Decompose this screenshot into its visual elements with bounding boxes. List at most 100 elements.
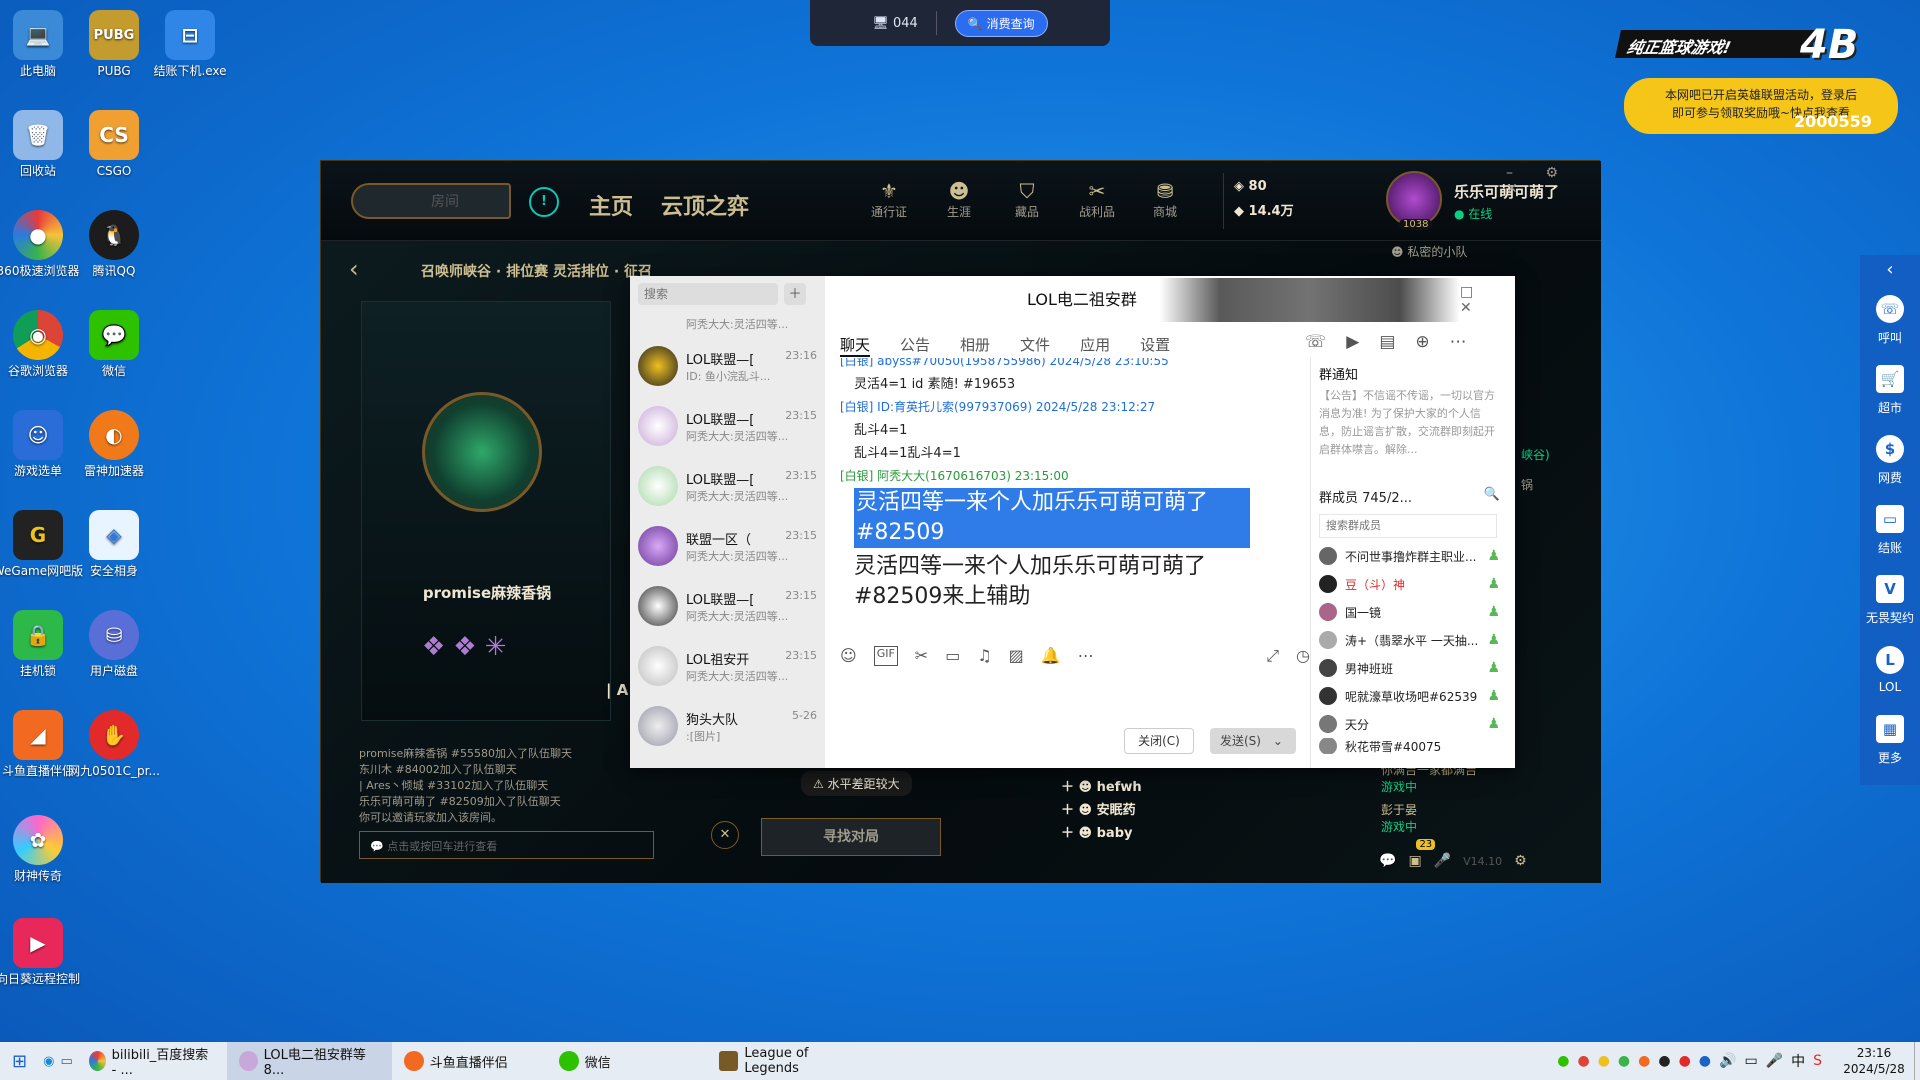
chevron-down-icon[interactable]: ⌄ — [1273, 734, 1283, 748]
conversation-item[interactable]: 联盟一区（ 23:15 阿秃大大:灵活四等... — [630, 516, 825, 576]
conversation-item[interactable]: 狗头大队 5-26:[图片] — [630, 696, 825, 756]
emoji-icon[interactable]: ☺ — [840, 646, 857, 666]
window-controls[interactable]: □ ✕ — [1460, 284, 1515, 316]
monitor-tray-icon[interactable]: ▭ — [1744, 1053, 1757, 1069]
side-call[interactable]: ☏ 呼叫 — [1860, 285, 1920, 355]
nav-store[interactable]: ⛃ 商城 — [1135, 179, 1195, 220]
send-button[interactable]: 发送(S) ⌄ — [1210, 728, 1296, 754]
gif-icon[interactable]: GIF — [873, 646, 898, 666]
friend-item[interactable]: ＋ ☻ hefwh — [1061, 776, 1261, 799]
right-friend-2[interactable]: 彭于晏 游戏中 — [1381, 801, 1417, 835]
desktop-icon-sunflower[interactable]: ▶ 向日葵远程控制 — [0, 918, 84, 987]
friends-icon[interactable]: ▣ 23 — [1408, 839, 1436, 869]
conversation-item[interactable]: LOL联盟—[23:15 阿秃大大:灵活四等... — [630, 396, 825, 456]
tab-apps[interactable]: 应用 — [1080, 334, 1110, 357]
desktop-icon-user-disk[interactable]: ⛁ 用户磁盘 — [68, 610, 160, 679]
security-tray-icon[interactable]: ● — [1679, 1053, 1691, 1069]
more-icon[interactable]: ⋯ — [1450, 332, 1467, 352]
search-icon[interactable]: 🔍 — [1484, 487, 1500, 506]
member-item[interactable]: 涛+（翡翠水平 一天抽... ♟ — [1319, 626, 1500, 654]
show-desktop[interactable] — [1914, 1042, 1920, 1080]
desktop-icon-qq[interactable]: 🐧 腾讯QQ — [68, 210, 160, 279]
alert-icon[interactable]: ! — [529, 187, 559, 217]
side-more[interactable]: ▦ 更多 — [1860, 705, 1920, 775]
cancel-icon[interactable]: ✕ — [711, 821, 739, 849]
member-item[interactable]: 天分 ♟ — [1319, 710, 1500, 738]
chat-icon[interactable]: 💬 — [1379, 853, 1396, 869]
tab-files[interactable]: 文件 — [1020, 334, 1050, 357]
side-market[interactable]: 🛒 超市 — [1860, 355, 1920, 425]
phone-icon[interactable]: ☏ — [1305, 332, 1326, 352]
member-item[interactable]: 秋花带雪#40075 — [1319, 738, 1500, 754]
tab-notice[interactable]: 公告 — [900, 334, 930, 357]
friend-item[interactable]: ＋ ☻ 安眠药 — [1061, 799, 1261, 822]
side-fee[interactable]: $ 网费 — [1860, 425, 1920, 495]
side-valorant[interactable]: V 无畏契约 — [1860, 565, 1920, 635]
desktop-icon-security[interactable]: ◈ 安全相身 — [68, 510, 160, 579]
ime-icon[interactable]: 中 — [1791, 1051, 1805, 1071]
member-item[interactable]: 国一镜 ♟ — [1319, 598, 1500, 626]
tab-chat[interactable]: 聊天 — [840, 334, 871, 357]
nav-profile[interactable]: ☻ 生涯 — [929, 179, 989, 220]
taskbar-item-lol[interactable]: League of Legends — [707, 1042, 877, 1080]
tab-album[interactable]: 相册 — [960, 334, 990, 357]
member-item[interactable]: 呢就濠草收场吧#62539 ♟ — [1319, 682, 1500, 710]
notice-text[interactable]: 【公告】不信谣不传谣，一切以官方消息为准! 为了保护大家的个人信息，防止谣言扩散… — [1319, 387, 1500, 477]
nav-collection[interactable]: ⛉ 藏品 — [997, 179, 1057, 220]
nav-loot[interactable]: ✂ 战利品 — [1067, 179, 1127, 220]
mic-icon[interactable]: 🎤 — [1434, 853, 1451, 869]
back-arrow-icon[interactable]: ‹ — [349, 255, 359, 283]
qq-tray-icon[interactable]: ● — [1658, 1053, 1670, 1069]
desktop-icon-leishen[interactable]: ◐ 雷神加速器 — [68, 410, 160, 479]
conversation-item[interactable]: LOL联盟—[23:16 ID: 鱼小浣乱斗... — [630, 336, 825, 396]
selected-message[interactable]: 灵活四等一来个人加乐乐可萌可萌了#82509 — [854, 488, 1250, 548]
query-button[interactable]: 🔍 消费查询 — [954, 9, 1048, 37]
add-icon[interactable]: ＋ — [784, 283, 806, 305]
taskbar-item-douyu[interactable]: 斗鱼直播伴侣 — [392, 1042, 547, 1080]
lobby-chat-input[interactable]: 💬 点击或按回车进行查看 — [359, 831, 654, 859]
music-icon[interactable]: ♫ — [977, 646, 991, 666]
clock[interactable]: 23:16 2024/5/28 — [1834, 1045, 1914, 1077]
nav-home[interactable]: 主页 — [589, 189, 633, 221]
speaker-icon[interactable]: 🔊 — [1719, 1053, 1736, 1069]
friend-item[interactable]: ＋ ☻ baby — [1061, 822, 1261, 845]
image-icon[interactable]: ▨ — [1009, 646, 1024, 666]
member-item[interactable]: 男神班班 ♟ — [1319, 654, 1500, 682]
network-tray-icon[interactable]: ● — [1699, 1053, 1711, 1069]
member-search-input[interactable] — [1319, 514, 1497, 538]
nav-pass[interactable]: ⚜ 通行证 — [859, 179, 919, 220]
video-icon[interactable]: ▶ — [1346, 332, 1359, 352]
desktop-icon-caishen[interactable]: ✿ 财神传奇 — [0, 815, 84, 884]
taskbar-item-wechat[interactable]: 微信 — [547, 1042, 707, 1080]
add-member-icon[interactable]: ⊕ — [1415, 332, 1429, 352]
desktop-icon-csgo[interactable]: CS CSGO — [68, 110, 160, 179]
conversation-item[interactable]: LOL祖安开 23:15 阿秃大大:灵活四等... — [630, 636, 825, 696]
folder-icon[interactable]: ▭ — [945, 646, 960, 666]
bell-icon[interactable]: 🔔 — [1041, 646, 1061, 666]
find-match-button[interactable]: 寻找对局 — [761, 818, 941, 856]
nav-tft[interactable]: 云顶之弈 — [661, 189, 749, 221]
more-icon[interactable]: ⋯ — [1078, 646, 1094, 666]
explorer-icon[interactable]: ▭ — [60, 1054, 72, 1069]
conversation-search-input[interactable] — [638, 283, 778, 305]
start-button[interactable]: ⊞ — [0, 1042, 39, 1080]
history-icon[interactable]: ◷ — [1296, 646, 1310, 666]
expand-icon[interactable]: ⤢ — [1266, 646, 1279, 666]
conversation-item[interactable]: LOL联盟—[23:15 阿秃大大:灵活四等... — [630, 456, 825, 516]
desktop-icon-wechat[interactable]: 💬 微信 — [68, 310, 160, 379]
side-lol[interactable]: L LOL — [1860, 635, 1920, 705]
side-checkout[interactable]: ▭ 结账 — [1860, 495, 1920, 565]
conversation-item[interactable]: LOL联盟—[23:15 阿秃大大:灵活四等... — [630, 576, 825, 636]
360-tray-icon[interactable]: ● — [1618, 1053, 1630, 1069]
taskbar-item-qq-chat[interactable]: LOL电二祖安群等8... — [226, 1042, 392, 1080]
window-controls[interactable]: – ⚙ ✕ — [1506, 165, 1601, 197]
member-item[interactable]: 豆（斗）神 ♟ — [1319, 570, 1500, 598]
class-icon[interactable]: ▤ — [1379, 332, 1395, 352]
taskbar-item-bilibili[interactable]: bilibili_百度搜索 - ... — [77, 1042, 227, 1080]
scissors-icon[interactable]: ✂ — [915, 646, 928, 666]
promo-ad[interactable]: 纯正篮球游戏! 4B 本网吧已开启英雄联盟活动，登录后 即可参与领取奖励哦~快点… — [1610, 22, 1910, 142]
chevron-left-icon[interactable]: ‹ — [1860, 255, 1920, 285]
mic-tray-icon[interactable]: 🎤 — [1766, 1053, 1783, 1069]
desktop-icon-wangjiu[interactable]: ✋ 网九0501C_pr... — [68, 710, 160, 779]
leishen-tray-icon[interactable]: ● — [1598, 1053, 1610, 1069]
